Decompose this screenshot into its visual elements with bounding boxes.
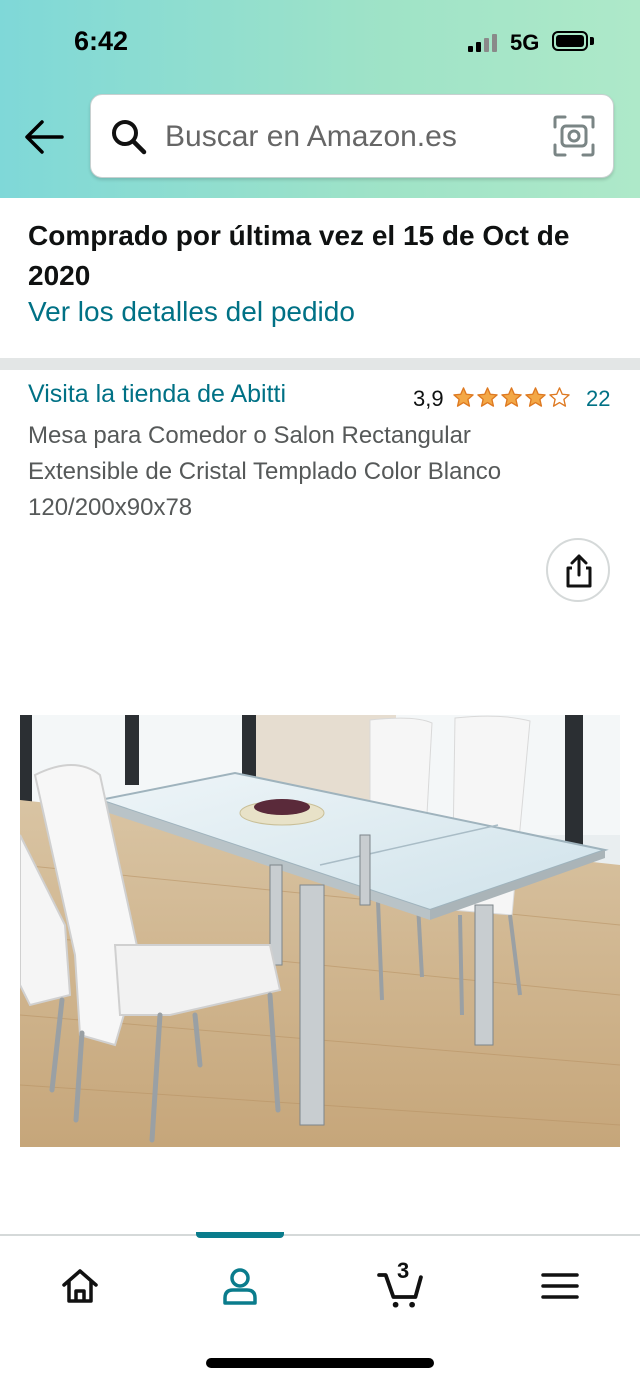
network-label: 5G [510,30,540,55]
star-icon [501,387,522,407]
nav-cart[interactable]: 3 [355,1258,445,1316]
home-icon [62,1269,98,1303]
store-link[interactable]: Visita la tienda de Abitti [28,380,286,409]
nav-account[interactable] [195,1260,285,1316]
section-divider [0,358,640,370]
status-time: 6:42 [74,26,129,56]
rating-stars[interactable] [452,386,572,410]
search-input[interactable] [165,113,535,161]
camera-search-icon[interactable] [551,113,597,159]
rating-value: 3,9 [413,386,444,411]
cart-icon [377,1273,423,1308]
search-bar[interactable] [90,94,614,178]
nav-home[interactable] [35,1260,125,1316]
rating-count[interactable]: 22 [586,386,610,412]
search-icon [112,120,147,155]
menu-icon [541,1273,579,1299]
account-icon [223,1268,257,1305]
star-icon [525,387,546,407]
product-image[interactable] [20,715,620,1147]
home-indicator [206,1358,434,1368]
battery-tip [590,37,594,45]
star-icon [477,387,498,407]
share-button[interactable] [546,538,610,602]
dining-table-illustration [20,715,620,1147]
share-icon [566,554,592,588]
last-purchased-text: Comprado por última vez el 15 de Oct de … [28,220,570,291]
star-icon [549,387,570,407]
battery-icon [552,31,588,51]
signal-icon [468,34,497,52]
back-arrow-icon[interactable] [20,112,70,162]
star-icon [453,387,474,407]
active-tab-indicator [196,1232,284,1238]
nav-menu[interactable] [515,1260,605,1316]
order-details-link[interactable]: Ver los detalles del pedido [28,296,355,328]
product-title: Mesa para Comedor o Salon Rectangular Ex… [28,422,502,521]
header-bar: 6:42 5G [0,0,640,198]
